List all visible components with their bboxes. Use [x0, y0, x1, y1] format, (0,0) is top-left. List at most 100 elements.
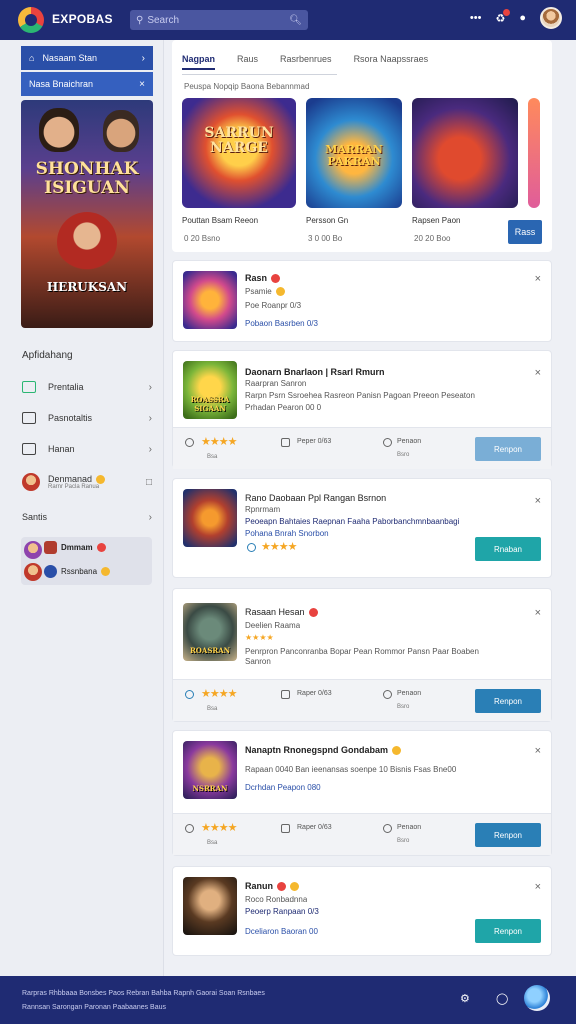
calendar-small-icon: □	[145, 476, 152, 488]
card-link[interactable]: Dceliaron Baoran 00	[245, 927, 318, 936]
tab-rsora[interactable]: Rsora Naapssraes	[354, 54, 429, 70]
app-logo[interactable]	[18, 7, 44, 33]
close-icon[interactable]: ×	[535, 495, 541, 507]
close-icon[interactable]: ×	[535, 273, 541, 285]
rating-stars: ★★★★	[201, 688, 237, 700]
game-thumbnail[interactable]	[183, 489, 237, 547]
rating-sub: Bsa	[207, 454, 218, 460]
chat-icon[interactable]: ●	[519, 12, 526, 24]
card-title: Ranun	[245, 881, 299, 892]
game-card[interactable]: ROASSRA SIGAAN Daonarn Bnarlaon | Rsarl …	[172, 350, 552, 469]
game-tile[interactable]	[412, 98, 518, 208]
game-badge	[44, 541, 57, 554]
sidebar-item[interactable]: Hanan ›	[22, 438, 152, 460]
card-sub-text: Psamie	[245, 287, 272, 296]
sidebar-item[interactable]: Prentalia ›	[22, 376, 152, 398]
card-sub: Rpnrmam	[245, 505, 281, 514]
sidebar-section-santis[interactable]: Santis ›	[22, 506, 152, 528]
coin-icon	[275, 287, 285, 297]
globe-icon[interactable]	[524, 985, 550, 1011]
card-link[interactable]: Pobaon Basrben 0/3	[245, 319, 318, 328]
play-button[interactable]: Renpon	[475, 823, 541, 847]
sidebar-item-text: Denmanad Rarnr Pacla Ranua	[48, 474, 106, 490]
card-sub: Psamie	[245, 287, 285, 297]
poster-character	[103, 110, 139, 152]
tab-nagpan[interactable]: Nagpan	[182, 54, 216, 70]
card-link[interactable]: Prhadan Pearon 00 0	[245, 403, 321, 412]
dots-icon[interactable]: •••	[470, 12, 482, 24]
game-card[interactable]: Rano Daobaan Ppl Rangan Bsrnon Rpnrmam P…	[172, 478, 552, 578]
card-title-text: Rasn	[245, 273, 268, 283]
doc-icon	[22, 412, 36, 424]
coin-icon	[277, 882, 286, 892]
game-tile[interactable]: MARRAN PAKRAN	[306, 98, 402, 208]
featured-poster[interactable]: SHONHAK ISIGUAN HERUKSAN	[21, 100, 153, 328]
tab-bar: Nagpan Raus Rasrbenrues Rsora Naapssraes	[182, 54, 428, 70]
tab-raus[interactable]: Raus	[237, 54, 258, 70]
game-badge	[44, 565, 57, 578]
play-button[interactable]: Renpon	[475, 919, 541, 943]
folder-icon	[22, 443, 36, 455]
card-sub: Deelien Raama	[245, 621, 301, 630]
card-title-text: Rasaan Hesan	[245, 607, 305, 617]
card-link[interactable]: Dcrhdan Peapon 080	[245, 783, 321, 792]
settings-icon[interactable]: ⚙	[460, 992, 470, 1005]
featured-friends-card[interactable]: Dmmam Rssnbana	[21, 537, 152, 585]
card-title: Rano Daobaan Ppl Rangan Bsrnon	[245, 493, 387, 503]
tile-meta: 0 20 Bsno	[184, 234, 221, 243]
card-sub: Raarpran Sanron	[245, 379, 307, 388]
game-thumbnail[interactable]	[183, 271, 237, 329]
search-input[interactable]	[147, 14, 290, 26]
play-button[interactable]: Rnaban	[475, 537, 541, 561]
game-card[interactable]: Rasn Psamie Poe Roanpr 0/3 Pobaon Basrbe…	[172, 260, 552, 342]
close-icon[interactable]: ×	[535, 881, 541, 893]
game-card[interactable]: ROASRAN Rasaan Hesan Deelien Raama ★★★★ …	[172, 588, 552, 722]
rating-sub: Bsa	[207, 706, 218, 712]
coin-icon	[96, 475, 106, 485]
tile-caption: Rapsen Paon	[412, 216, 461, 225]
close-icon[interactable]: ×	[535, 607, 541, 619]
card-title-text: Nanaptn Rnonegspnd Gondabam	[245, 745, 388, 755]
tile-caption: Persson Gn	[306, 216, 349, 225]
user-icon	[383, 438, 392, 447]
sidebar-item[interactable]: Denmanad Rarnr Pacla Ranua □	[22, 468, 152, 496]
game-tile[interactable]: SARRUN NARGE	[182, 98, 296, 208]
footer-line: Rannsan Sarongan Paronan Paabaanes Baus	[22, 1004, 166, 1011]
coin-icon	[271, 274, 281, 284]
game-thumbnail[interactable]	[183, 877, 237, 935]
close-icon[interactable]: ×	[535, 367, 541, 379]
carousel-action-button[interactable]: Rass	[508, 220, 542, 244]
sidebar-home-button[interactable]: ⌂ Nasaam Stan ›	[21, 46, 153, 70]
card-line: Poe Roanpr 0/3	[245, 301, 302, 310]
poster-subtitle: HERUKSAN	[46, 280, 128, 294]
play-button[interactable]: Renpon	[475, 437, 541, 461]
card-title: Rasn	[245, 273, 281, 284]
avatar-icon	[22, 473, 40, 491]
bell-icon[interactable]: ♻	[495, 8, 511, 25]
footer-right: Penaon	[397, 690, 422, 697]
search-submit-icon[interactable]: 🔍︎	[289, 15, 302, 26]
game-card[interactable]: Ranun Roco Ronbadnna Peoerp Ranpaan 0/3 …	[172, 866, 552, 956]
card-link[interactable]: Pohana Bnrah Snorbon	[245, 529, 329, 538]
game-thumbnail[interactable]: ROASRAN	[183, 603, 237, 661]
sidebar-item[interactable]: Pasnotaltis ›	[22, 407, 152, 429]
search-bar[interactable]: ⚲ 🔍︎	[130, 10, 308, 30]
tab-subtitle: Peuspa Nopqip Baona Bebannmad	[184, 82, 310, 91]
game-thumbnail[interactable]: ROASSRA SIGAAN	[183, 361, 237, 419]
timer-icon	[281, 824, 290, 833]
card-line: Peoeapn Bahtaies Raepnan Faaha Paborbanc…	[245, 517, 460, 526]
card-link[interactable]: Sanron	[245, 657, 271, 666]
game-thumbnail[interactable]: NSRRAN	[183, 741, 237, 799]
game-tile-partial[interactable]	[528, 98, 540, 208]
play-button[interactable]: Renpon	[475, 689, 541, 713]
game-card[interactable]: NSRRAN Nanaptn Rnonegspnd Gondabam Rapaa…	[172, 730, 552, 856]
thumbnail-title: NSRRAN	[192, 784, 228, 793]
user-avatar[interactable]	[540, 7, 562, 29]
sidebar-secondary-button[interactable]: Nasa Bnaichran ×	[21, 72, 153, 96]
thumbnail-title: ROASSRA SIGAAN	[190, 395, 230, 413]
tab-rasrbenrues[interactable]: Rasrbenrues	[280, 54, 332, 70]
featured-name-text: Dmmam	[61, 543, 93, 552]
close-icon[interactable]: ×	[535, 745, 541, 757]
refresh-icon[interactable]: ◯	[496, 992, 508, 1005]
card-title: Rasaan Hesan	[245, 607, 318, 618]
